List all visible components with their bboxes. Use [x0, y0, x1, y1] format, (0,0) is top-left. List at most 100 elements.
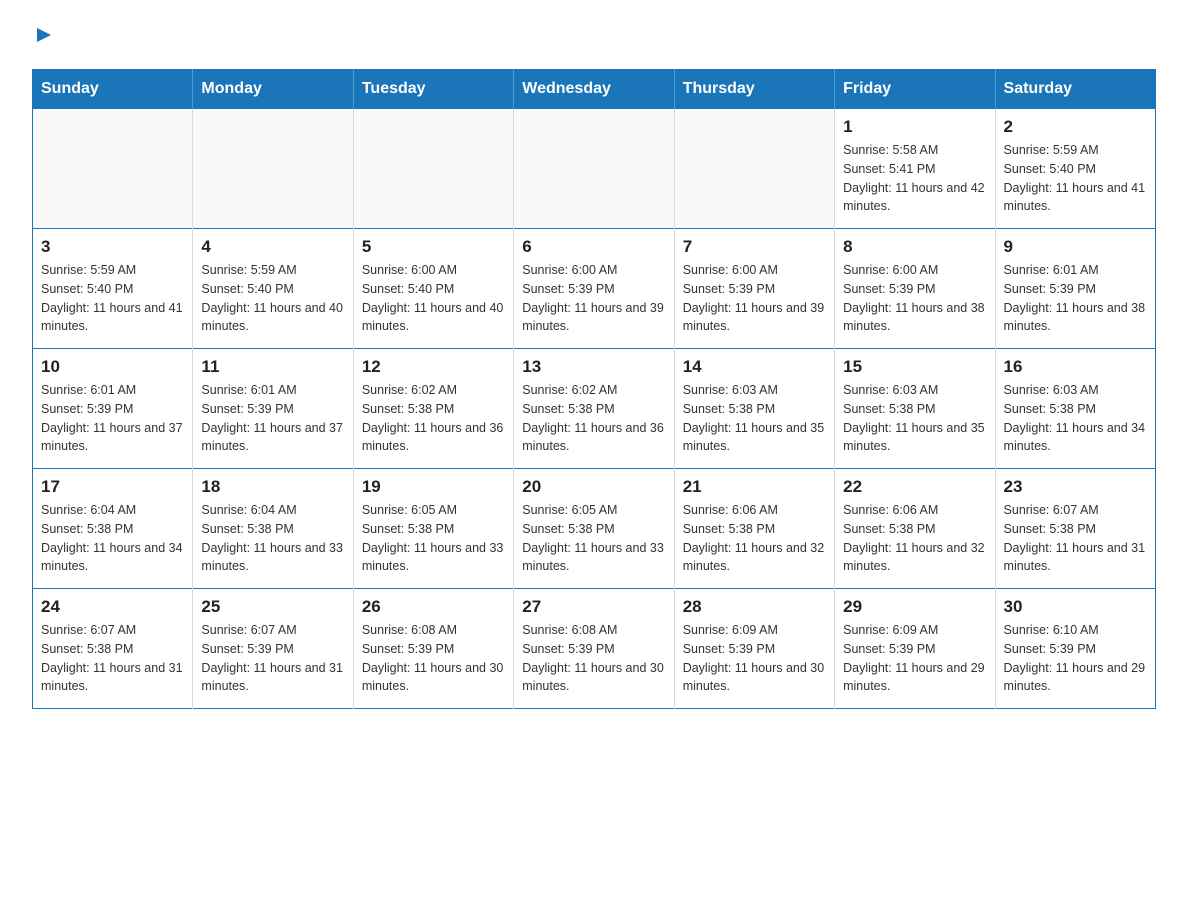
calendar-cell: 2Sunrise: 5:59 AM Sunset: 5:40 PM Daylig… — [995, 109, 1155, 229]
day-info: Sunrise: 6:02 AM Sunset: 5:38 PM Dayligh… — [362, 381, 505, 456]
day-number: 27 — [522, 597, 665, 617]
day-number: 23 — [1004, 477, 1147, 497]
day-info: Sunrise: 6:08 AM Sunset: 5:39 PM Dayligh… — [362, 621, 505, 696]
calendar-cell: 14 Sunrise: 6:03 AM Sunset: 5:38 PM Dayli… — [674, 349, 834, 469]
calendar-cell: 16 Sunrise: 6:03 AM Sunset: 5:38 PM Dayli… — [995, 349, 1155, 469]
calendar-cell: 22Sunrise: 6:06 AM Sunset: 5:38 PM Dayli… — [835, 469, 995, 589]
calendar-cell — [514, 109, 674, 229]
calendar-cell: 13 Sunrise: 6:02 AM Sunset: 5:38 PM Dayli… — [514, 349, 674, 469]
calendar-cell: 18 Sunrise: 6:04 AM Sunset: 5:38 PM Dayli… — [193, 469, 353, 589]
day-number: 7 — [683, 237, 826, 257]
day-number: 15 — [843, 357, 986, 377]
logo — [32, 24, 55, 51]
day-info: Sunrise: 6:03 AM Sunset: 5:38 PM Dayligh… — [683, 381, 826, 456]
calendar-cell: 17 Sunrise: 6:04 AM Sunset: 5:38 PM Dayli… — [33, 469, 193, 589]
day-number: 2 — [1004, 117, 1147, 137]
day-number: 26 — [362, 597, 505, 617]
day-info: Sunrise: 6:01 AM Sunset: 5:39 PM Dayligh… — [41, 381, 184, 456]
day-number: 6 — [522, 237, 665, 257]
day-number: 28 — [683, 597, 826, 617]
day-info: Sunrise: 6:04 AM Sunset: 5:38 PM Dayligh… — [41, 501, 184, 576]
day-number: 21 — [683, 477, 826, 497]
day-number: 9 — [1004, 237, 1147, 257]
day-info: Sunrise: 6:10 AM Sunset: 5:39 PM Dayligh… — [1004, 621, 1147, 696]
calendar-cell: 7 Sunrise: 6:00 AM Sunset: 5:39 PM Daylig… — [674, 229, 834, 349]
calendar-cell: 1 Sunrise: 5:58 AM Sunset: 5:41 PM Daylig… — [835, 109, 995, 229]
calendar-cell: 10 Sunrise: 6:01 AM Sunset: 5:39 PM Dayli… — [33, 349, 193, 469]
day-number: 22 — [843, 477, 986, 497]
day-info: Sunrise: 6:08 AM Sunset: 5:39 PM Dayligh… — [522, 621, 665, 696]
calendar-cell: 27 Sunrise: 6:08 AM Sunset: 5:39 PM Dayli… — [514, 589, 674, 709]
day-number: 25 — [201, 597, 344, 617]
day-info: Sunrise: 5:58 AM Sunset: 5:41 PM Dayligh… — [843, 141, 986, 216]
calendar-week-row: 10 Sunrise: 6:01 AM Sunset: 5:39 PM Dayli… — [33, 349, 1156, 469]
day-info: Sunrise: 5:59 AM Sunset: 5:40 PM Dayligh… — [41, 261, 184, 336]
calendar-cell: 8Sunrise: 6:00 AM Sunset: 5:39 PM Daylig… — [835, 229, 995, 349]
day-info: Sunrise: 6:00 AM Sunset: 5:39 PM Dayligh… — [522, 261, 665, 336]
day-info: Sunrise: 6:00 AM Sunset: 5:39 PM Dayligh… — [683, 261, 826, 336]
day-info: Sunrise: 6:03 AM Sunset: 5:38 PM Dayligh… — [1004, 381, 1147, 456]
col-saturday: Saturday — [995, 70, 1155, 109]
calendar-cell: 9 Sunrise: 6:01 AM Sunset: 5:39 PM Daylig… — [995, 229, 1155, 349]
calendar-table: Sunday Monday Tuesday Wednesday Thursday… — [32, 69, 1156, 709]
day-info: Sunrise: 6:06 AM Sunset: 5:38 PM Dayligh… — [683, 501, 826, 576]
day-info: Sunrise: 5:59 AM Sunset: 5:40 PM Dayligh… — [201, 261, 344, 336]
day-info: Sunrise: 6:00 AM Sunset: 5:40 PM Dayligh… — [362, 261, 505, 336]
day-number: 19 — [362, 477, 505, 497]
day-info: Sunrise: 6:03 AM Sunset: 5:38 PM Dayligh… — [843, 381, 986, 456]
col-monday: Monday — [193, 70, 353, 109]
calendar-cell: 30 Sunrise: 6:10 AM Sunset: 5:39 PM Dayli… — [995, 589, 1155, 709]
calendar-cell: 4 Sunrise: 5:59 AM Sunset: 5:40 PM Daylig… — [193, 229, 353, 349]
calendar-cell: 15 Sunrise: 6:03 AM Sunset: 5:38 PM Dayli… — [835, 349, 995, 469]
day-info: Sunrise: 6:02 AM Sunset: 5:38 PM Dayligh… — [522, 381, 665, 456]
calendar-cell: 26 Sunrise: 6:08 AM Sunset: 5:39 PM Dayli… — [353, 589, 513, 709]
calendar-cell: 3Sunrise: 5:59 AM Sunset: 5:40 PM Daylig… — [33, 229, 193, 349]
calendar-cell — [353, 109, 513, 229]
day-number: 14 — [683, 357, 826, 377]
calendar-cell: 19 Sunrise: 6:05 AM Sunset: 5:38 PM Dayli… — [353, 469, 513, 589]
day-number: 4 — [201, 237, 344, 257]
col-thursday: Thursday — [674, 70, 834, 109]
calendar-cell: 12 Sunrise: 6:02 AM Sunset: 5:38 PM Dayli… — [353, 349, 513, 469]
calendar-week-row: 3Sunrise: 5:59 AM Sunset: 5:40 PM Daylig… — [33, 229, 1156, 349]
calendar-week-row: 17 Sunrise: 6:04 AM Sunset: 5:38 PM Dayli… — [33, 469, 1156, 589]
day-info: Sunrise: 6:05 AM Sunset: 5:38 PM Dayligh… — [362, 501, 505, 576]
col-sunday: Sunday — [33, 70, 193, 109]
calendar-header-row: Sunday Monday Tuesday Wednesday Thursday… — [33, 70, 1156, 109]
calendar-cell: 29 Sunrise: 6:09 AM Sunset: 5:39 PM Dayli… — [835, 589, 995, 709]
day-info: Sunrise: 6:09 AM Sunset: 5:39 PM Dayligh… — [843, 621, 986, 696]
day-info: Sunrise: 6:07 AM Sunset: 5:39 PM Dayligh… — [201, 621, 344, 696]
col-friday: Friday — [835, 70, 995, 109]
day-number: 10 — [41, 357, 184, 377]
day-number: 29 — [843, 597, 986, 617]
day-info: Sunrise: 6:07 AM Sunset: 5:38 PM Dayligh… — [41, 621, 184, 696]
day-number: 12 — [362, 357, 505, 377]
col-wednesday: Wednesday — [514, 70, 674, 109]
calendar-week-row: 1 Sunrise: 5:58 AM Sunset: 5:41 PM Daylig… — [33, 109, 1156, 229]
calendar-cell: 28Sunrise: 6:09 AM Sunset: 5:39 PM Dayli… — [674, 589, 834, 709]
calendar-cell: 11Sunrise: 6:01 AM Sunset: 5:39 PM Dayli… — [193, 349, 353, 469]
page-header — [32, 24, 1156, 51]
calendar-cell: 24 Sunrise: 6:07 AM Sunset: 5:38 PM Dayli… — [33, 589, 193, 709]
day-number: 30 — [1004, 597, 1147, 617]
col-tuesday: Tuesday — [353, 70, 513, 109]
day-number: 24 — [41, 597, 184, 617]
logo-arrow-icon — [33, 24, 55, 51]
calendar-cell: 5 Sunrise: 6:00 AM Sunset: 5:40 PM Daylig… — [353, 229, 513, 349]
day-number: 17 — [41, 477, 184, 497]
day-number: 1 — [843, 117, 986, 137]
day-info: Sunrise: 6:07 AM Sunset: 5:38 PM Dayligh… — [1004, 501, 1147, 576]
day-info: Sunrise: 6:01 AM Sunset: 5:39 PM Dayligh… — [201, 381, 344, 456]
calendar-cell: 6 Sunrise: 6:00 AM Sunset: 5:39 PM Daylig… — [514, 229, 674, 349]
day-info: Sunrise: 6:04 AM Sunset: 5:38 PM Dayligh… — [201, 501, 344, 576]
day-number: 16 — [1004, 357, 1147, 377]
calendar-cell: 23 Sunrise: 6:07 AM Sunset: 5:38 PM Dayli… — [995, 469, 1155, 589]
calendar-cell — [193, 109, 353, 229]
day-number: 5 — [362, 237, 505, 257]
calendar-cell: 21 Sunrise: 6:06 AM Sunset: 5:38 PM Dayli… — [674, 469, 834, 589]
day-number: 13 — [522, 357, 665, 377]
calendar-cell — [33, 109, 193, 229]
day-number: 18 — [201, 477, 344, 497]
day-info: Sunrise: 6:01 AM Sunset: 5:39 PM Dayligh… — [1004, 261, 1147, 336]
day-info: Sunrise: 6:05 AM Sunset: 5:38 PM Dayligh… — [522, 501, 665, 576]
